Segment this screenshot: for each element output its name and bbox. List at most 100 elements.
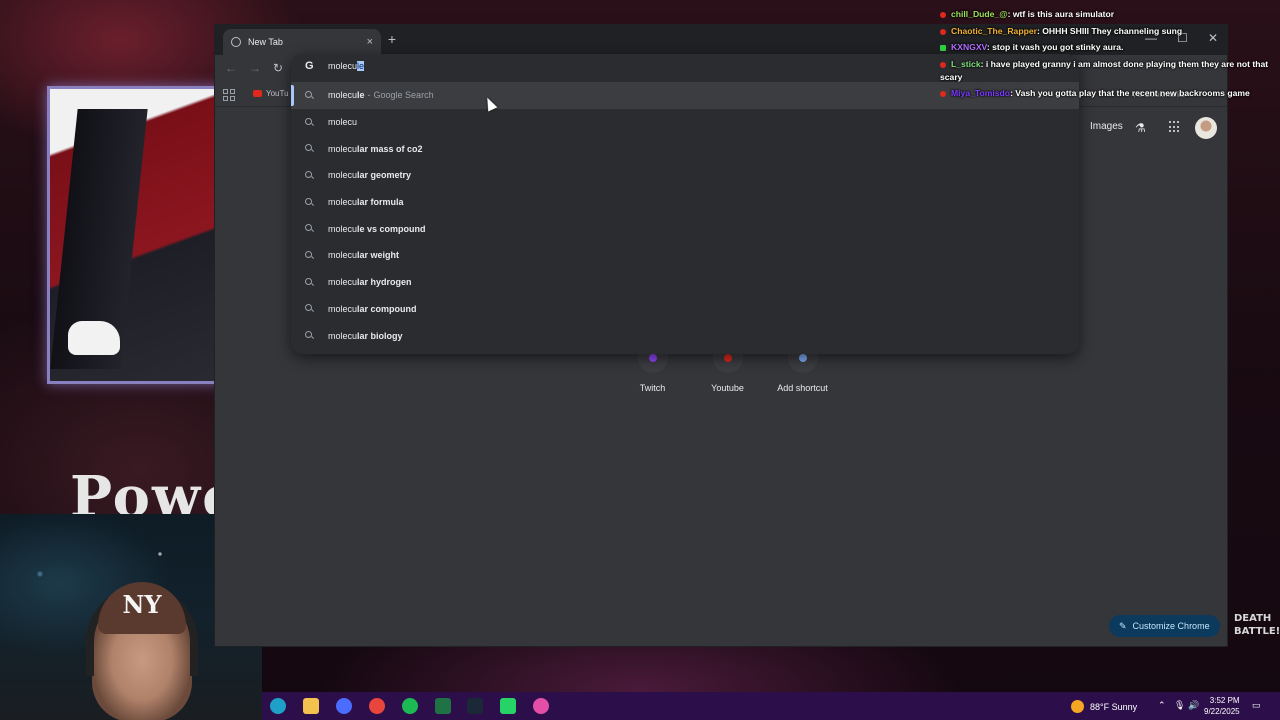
chat-badge-icon	[940, 11, 946, 18]
chat-message: Miya_Tomisdo: Vash you gotta play that t…	[940, 87, 1270, 100]
suggestion-item[interactable]: molecu lar weight	[291, 242, 1079, 269]
images-link[interactable]: Images	[1090, 121, 1123, 132]
chrome-icon[interactable]	[369, 698, 385, 714]
watermark-line-1: DEATH	[1234, 613, 1272, 624]
google-g-icon: G	[305, 60, 314, 72]
globe-icon	[231, 37, 241, 47]
suggestion-item[interactable]: molecu lar mass of co2	[291, 135, 1079, 162]
chat-text: : OHHH SHIII They channeling sung	[1036, 26, 1183, 36]
chat-username: KXNGXV	[951, 42, 987, 52]
suggestion-list: molecu le - Google Search molecu molecu lar ma…	[291, 82, 1079, 349]
tab-new-tab[interactable]: New Tab ×	[223, 29, 381, 55]
search-icon	[305, 170, 314, 180]
back-button[interactable]: ←	[225, 61, 237, 75]
suggestion-prefix: molecu	[328, 277, 358, 288]
chat-text: : wtf is this aura simulator	[1007, 9, 1115, 19]
suggestion-prefix: molecu	[328, 170, 358, 181]
character-artwork	[47, 86, 237, 384]
search-icon	[305, 250, 314, 260]
chat-badge-icon	[940, 44, 946, 51]
suggestion-completion: lar weight	[357, 250, 400, 261]
suggestion-item[interactable]: molecu lar compound	[291, 296, 1079, 323]
chat-message: Chaotic_The_Rapper: OHHH SHIII They chan…	[940, 25, 1270, 38]
chat-badge-icon	[940, 61, 946, 68]
tab-title: New Tab	[248, 37, 283, 47]
customize-chrome-button[interactable]: ✎ Customize Chrome	[1109, 615, 1220, 637]
customize-label: Customize Chrome	[1132, 621, 1210, 631]
suggestion-prefix: molecu	[328, 330, 358, 341]
edge-icon[interactable]	[270, 698, 286, 714]
chat-username: Chaotic_The_Rapper	[951, 26, 1037, 36]
search-icon	[305, 90, 314, 100]
system-clock[interactable]: 3:52 PM 9/22/2025	[1204, 695, 1240, 717]
bookmark-youtube[interactable]: YouTu	[253, 89, 289, 98]
app-pink-icon[interactable]	[533, 698, 549, 714]
weather-text: 88°F Sunny	[1090, 701, 1138, 712]
suggestion-prefix: molecu	[328, 223, 358, 234]
clock-date: 9/22/2025	[1204, 707, 1240, 716]
pencil-icon: ✎	[1119, 620, 1127, 631]
volume-icon[interactable]: 🔊	[1188, 700, 1199, 711]
chat-text: : Vash you gotta play that the recent ne…	[1010, 88, 1250, 98]
chat-username: L_stick	[951, 59, 981, 69]
suggestion-completion: lar formula	[357, 197, 404, 208]
sun-icon	[1071, 700, 1084, 713]
microphone-icon[interactable]: 🎙	[1174, 700, 1185, 711]
search-icon	[305, 144, 314, 153]
suggestion-item[interactable]: molecu lar formula	[291, 189, 1079, 216]
watermark-line-2: BATTLE!	[1234, 626, 1280, 637]
suggestion-completion: le	[357, 90, 365, 101]
death-battle-watermark: DEATH BATTLE!	[1234, 612, 1280, 638]
suggestion-prefix: molecu	[328, 250, 358, 261]
typed-text: molecu	[328, 61, 358, 71]
search-icon	[305, 304, 314, 313]
google-apps-icon[interactable]	[1169, 121, 1181, 133]
suggestion-prefix: molecu	[328, 197, 358, 208]
spotify-icon[interactable]	[402, 698, 418, 714]
whatsapp-icon[interactable]	[500, 698, 516, 714]
suggestion-item[interactable]: molecu lar hydrogen	[291, 269, 1079, 296]
chat-badge-icon	[940, 90, 946, 97]
suggestion-item[interactable]: molecu lar biology	[291, 322, 1079, 349]
file-explorer-icon[interactable]	[303, 698, 319, 714]
chat-username: Miya_Tomisdo	[951, 88, 1011, 98]
shortcut-label: Twitch	[639, 383, 666, 393]
search-icon	[305, 277, 314, 287]
suggestion-completion: lar biology	[357, 330, 403, 341]
suggestion-prefix: molecu	[328, 117, 358, 128]
suggestion-completion: lar hydrogen	[357, 277, 412, 288]
suggestion-item[interactable]: molecu le vs compound	[291, 215, 1079, 242]
suggestion-source: Google Search	[373, 90, 434, 101]
bookmark-label: YouTu	[266, 89, 289, 98]
apps-icon[interactable]	[223, 89, 235, 101]
character-glove	[68, 321, 120, 355]
notification-icon[interactable]: ▭	[1252, 700, 1261, 711]
address-input[interactable]: molecule	[328, 61, 365, 71]
reload-button[interactable]: ↻	[273, 61, 283, 75]
steam-icon[interactable]	[467, 698, 483, 714]
new-tab-button[interactable]: +	[385, 31, 399, 47]
shortcut-label: Youtube	[711, 383, 744, 393]
chat-text: : stop it vash you got stinky aura.	[986, 42, 1124, 52]
tab-close-icon[interactable]: ×	[367, 36, 373, 48]
suggestion-item[interactable]: molecu lar geometry	[291, 162, 1079, 189]
vpn-icon[interactable]	[336, 698, 352, 714]
ny-cap: NY	[98, 582, 186, 634]
weather-widget[interactable]: 88°F Sunny	[1071, 700, 1137, 713]
chevron-up-icon[interactable]: ⌃	[1158, 700, 1166, 711]
autocomplete-selection: le	[357, 61, 365, 71]
chat-badge-icon	[940, 28, 946, 35]
profile-avatar[interactable]	[1195, 117, 1217, 139]
search-icon	[305, 117, 314, 127]
clock-time: 3:52 PM	[1209, 696, 1240, 705]
suggestion-completion: lar geometry	[357, 170, 412, 181]
forward-button[interactable]: →	[249, 61, 261, 75]
suggestion-separator: -	[367, 90, 371, 101]
search-icon	[305, 197, 314, 207]
excel-icon[interactable]	[435, 698, 451, 714]
suggestion-prefix: molecu	[328, 303, 358, 314]
chat-message: L_stick: i have played granny i am almos…	[940, 58, 1270, 84]
suggestion-item[interactable]: molecu	[291, 109, 1079, 136]
suggestion-completion: lar compound	[357, 303, 417, 314]
labs-icon[interactable]: ⚗	[1135, 121, 1146, 135]
